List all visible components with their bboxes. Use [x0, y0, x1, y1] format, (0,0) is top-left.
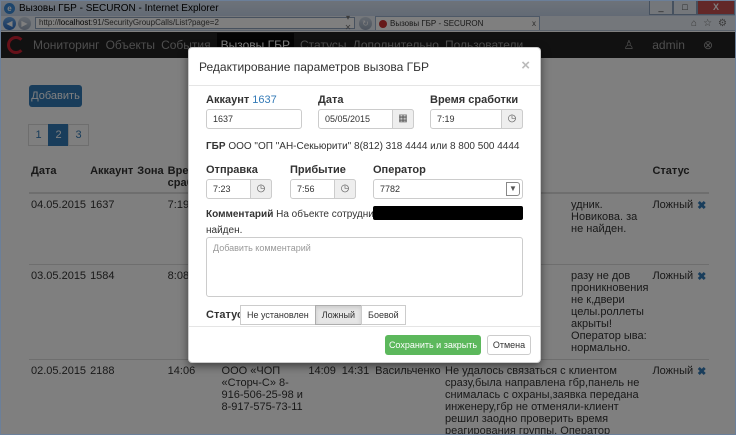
date-label: Дата [318, 94, 344, 106]
modal-title: Редактирование параметров вызова ГБР [199, 60, 430, 74]
comment-textarea[interactable]: Добавить комментарий [206, 237, 523, 297]
save-close-button[interactable]: Сохранить и закрыть [385, 335, 481, 355]
modal-close-icon[interactable]: × [521, 57, 530, 74]
date-field[interactable]: 05/05/2015 ▦ [318, 109, 414, 129]
status-toggle-group: Не установлен Ложный Боевой [240, 305, 406, 325]
account-label: Аккаунт 1637 [206, 94, 277, 106]
gbr-label: ГБР [206, 141, 226, 152]
browser-window: e Вызовы ГБР - SECURON - Internet Explor… [0, 0, 736, 435]
gbr-value: ООО "ОП "АН-Секьюрити" 8(812) 318 4444 и… [228, 141, 520, 152]
modal-header: Редактирование параметров вызова ГБР × [189, 48, 540, 86]
comment-tail: найден. [206, 225, 243, 236]
edit-call-modal: Редактирование параметров вызова ГБР × А… [188, 47, 541, 363]
clock-icon[interactable]: ◷ [501, 109, 523, 129]
clock-icon[interactable]: ◷ [334, 179, 356, 199]
status-label: Статус [206, 309, 244, 321]
operator-select[interactable]: 7782 ▼ [373, 179, 523, 199]
status-combat-button[interactable]: Боевой [361, 305, 406, 325]
arrival-field[interactable]: 7:56 ◷ [290, 179, 356, 199]
account-link[interactable]: 1637 [252, 94, 276, 106]
modal-footer: Сохранить и закрыть Отмена [189, 326, 540, 362]
comment-label: Комментарий [206, 209, 274, 220]
dispatch-label: Отправка [206, 164, 258, 176]
clock-icon[interactable]: ◷ [250, 179, 272, 199]
dispatch-field[interactable]: 7:23 ◷ [206, 179, 272, 199]
status-not-set-button[interactable]: Не установлен [240, 305, 316, 325]
arrival-label: Прибытие [290, 164, 346, 176]
comment-text: На объекте сотрудник [276, 209, 379, 220]
gbr-line: ГБР ООО "ОП "АН-Секьюрити" 8(812) 318 44… [206, 141, 519, 152]
trigger-time-label: Время сработки [430, 94, 519, 106]
chevron-down-icon[interactable]: ▼ [506, 182, 520, 196]
cancel-button[interactable]: Отмена [487, 335, 531, 355]
redacted-block [373, 206, 523, 220]
account-field[interactable]: 1637 [206, 109, 302, 129]
operator-label: Оператор [373, 164, 426, 176]
trigger-time-field[interactable]: 7:19 ◷ [430, 109, 523, 129]
status-false-button[interactable]: Ложный [314, 305, 363, 325]
calendar-icon[interactable]: ▦ [392, 109, 414, 129]
